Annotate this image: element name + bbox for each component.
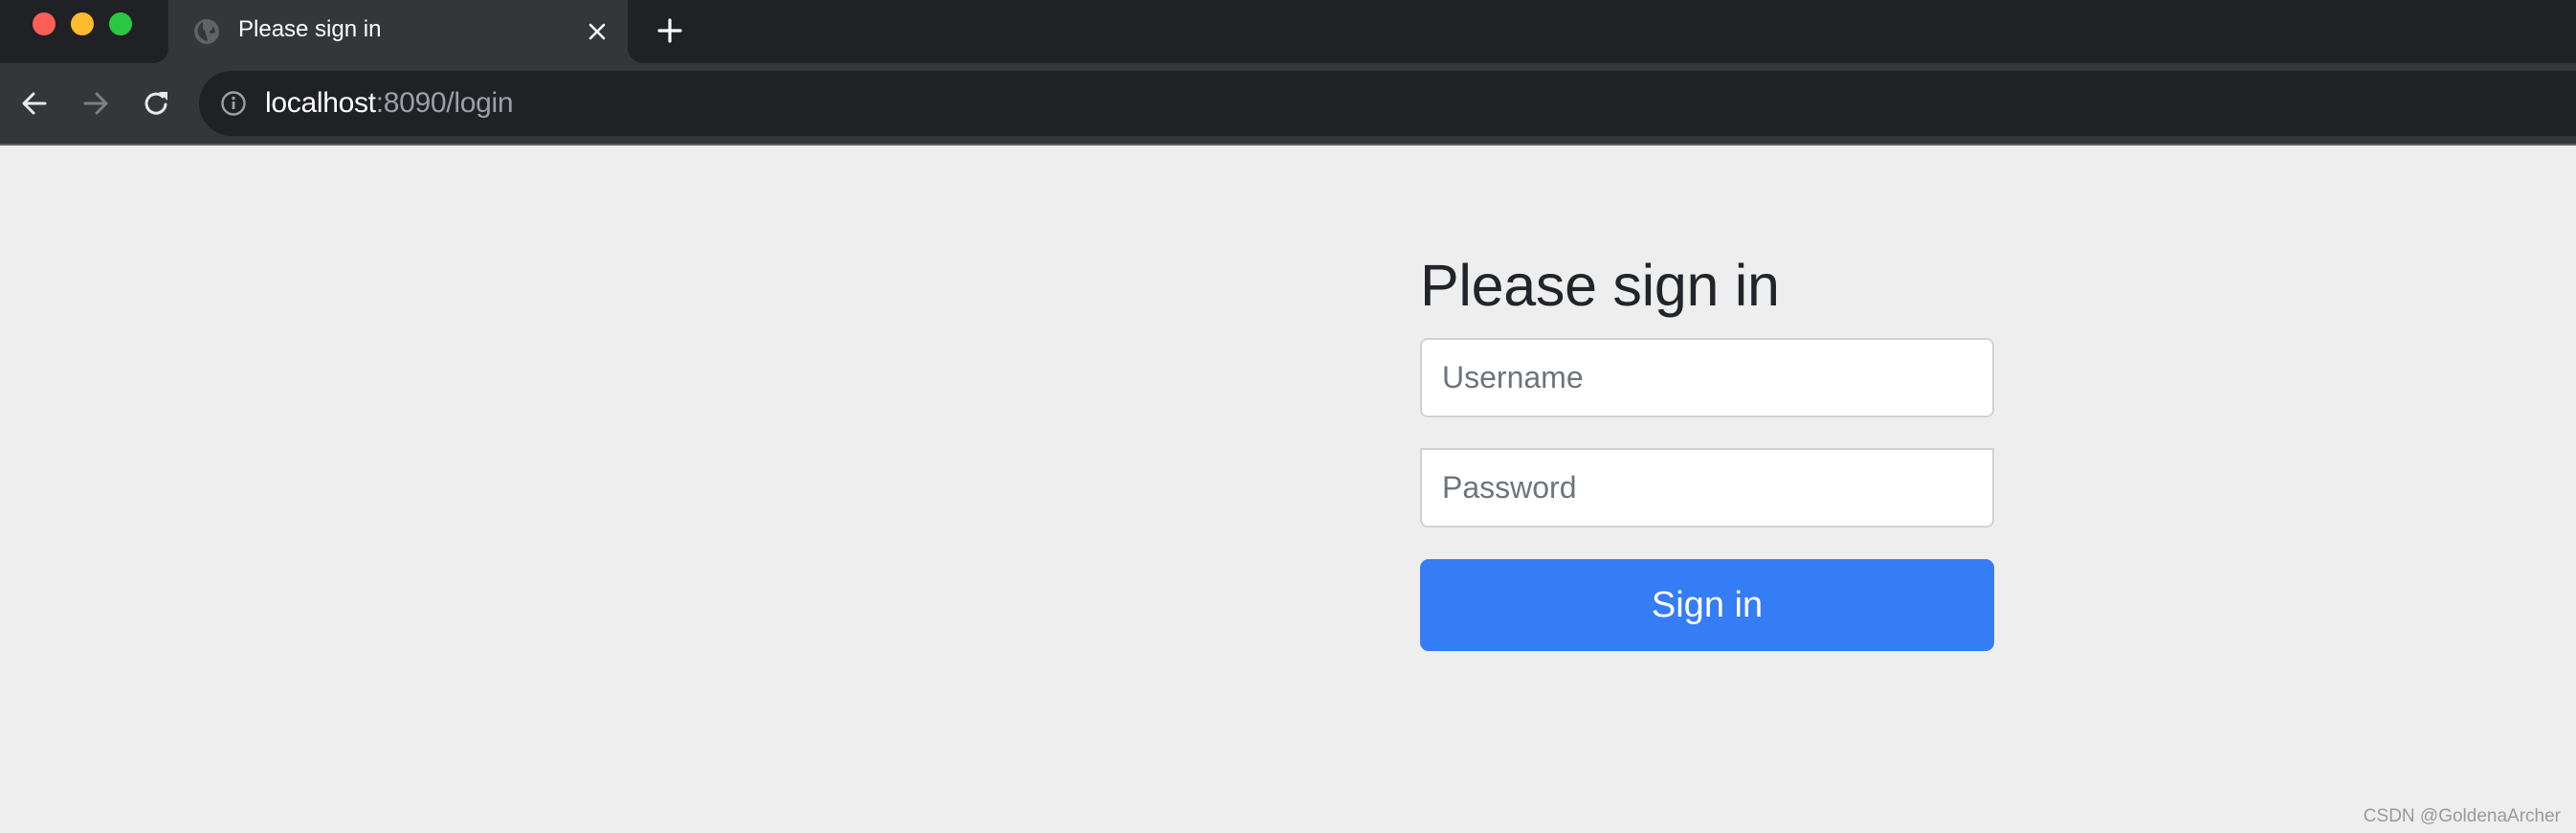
page-title: Please sign in — [1420, 253, 1780, 318]
page-content: Please sign in Sign in CSDN @GoldenaArch… — [0, 146, 2576, 833]
tab-strip-empty-area[interactable] — [628, 0, 2576, 63]
window-minimize-button[interactable] — [71, 12, 94, 35]
info-icon[interactable] — [221, 91, 246, 116]
username-input[interactable] — [1420, 338, 1994, 417]
url-host: localhost — [265, 87, 376, 119]
window-close-button[interactable] — [33, 12, 56, 35]
tab-title: Please sign in — [238, 16, 382, 42]
watermark: CSDN @GoldenaArcher — [2363, 806, 2561, 826]
url-path: :8090/login — [375, 87, 514, 119]
url-text[interactable]: localhost:8090/login — [265, 86, 514, 121]
tab-please-sign-in[interactable]: Please sign in — [168, 0, 628, 63]
arrow-left-icon[interactable] — [19, 88, 50, 119]
sign-in-button[interactable]: Sign in — [1420, 559, 1994, 651]
password-input[interactable] — [1420, 448, 1994, 528]
reload-icon[interactable] — [142, 88, 172, 119]
browser-chrome: Please sign in localhost:8090/login — [0, 0, 2576, 146]
globe-icon — [193, 18, 220, 45]
arrow-right-icon[interactable] — [80, 88, 111, 119]
close-icon[interactable] — [586, 20, 609, 43]
address-bar[interactable]: localhost:8090/login — [199, 71, 2576, 136]
window-zoom-button[interactable] — [109, 12, 132, 35]
plus-icon[interactable] — [656, 17, 683, 44]
